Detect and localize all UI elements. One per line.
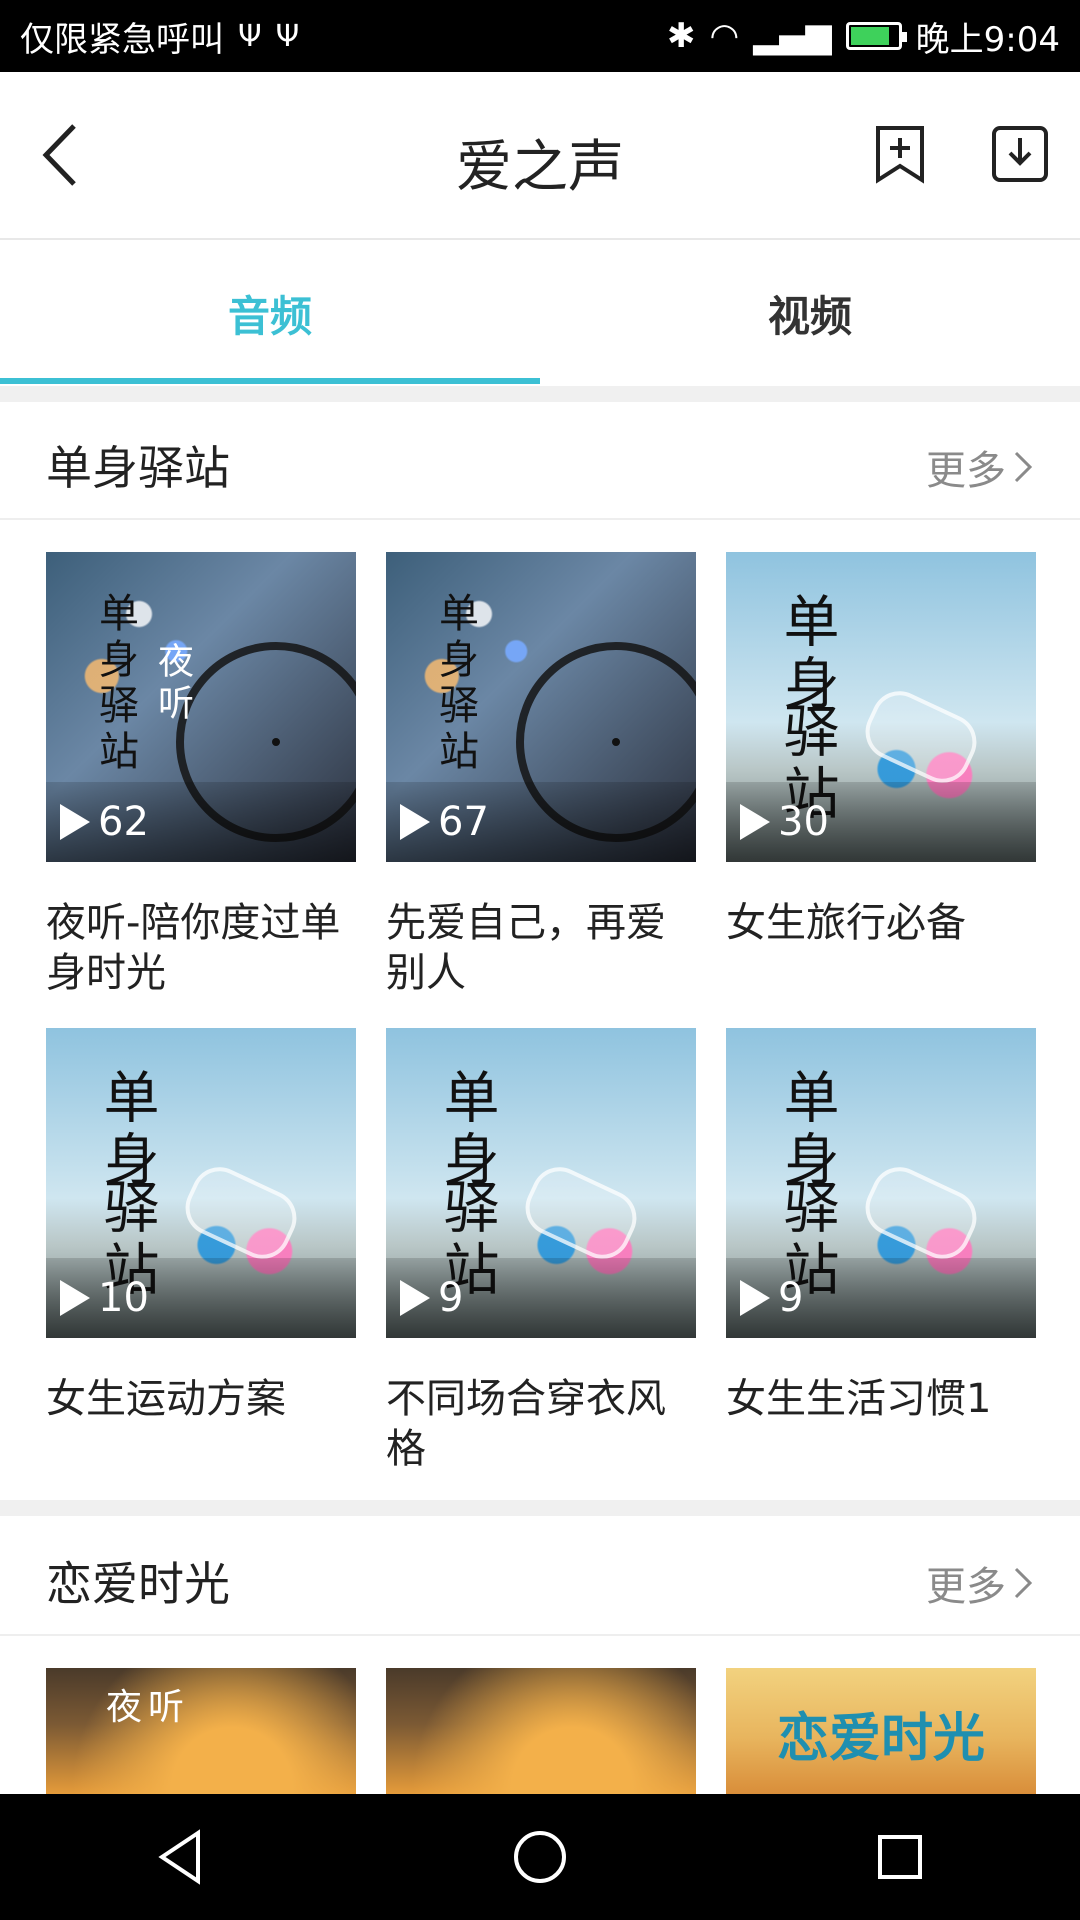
tab-video[interactable]: 视频	[540, 242, 1080, 386]
cover-image: 单身 驿站 10	[46, 1028, 356, 1338]
signal-icon: ▂▄▆	[753, 16, 832, 56]
more-link[interactable]: 更多	[926, 438, 1034, 496]
nav-back-button[interactable]	[120, 1797, 240, 1917]
play-count: 67	[386, 782, 696, 862]
cover-image: 单身 驿站 30	[726, 552, 1036, 862]
triangle-back-icon	[158, 1829, 200, 1885]
play-count: 30	[726, 782, 1036, 862]
chevron-right-icon	[1014, 451, 1033, 483]
bluetooth-icon: ✱	[667, 16, 696, 56]
download-button[interactable]	[988, 122, 1052, 186]
cover-image	[386, 1668, 696, 1794]
play-count: 9	[726, 1258, 1036, 1338]
section-header-single: 单身驿站 更多	[0, 402, 1080, 520]
square-recents-icon	[878, 1835, 922, 1879]
tab-bar: 音频 视频	[0, 242, 1080, 386]
cover-image: 夜听	[46, 1668, 356, 1794]
chevron-right-icon	[1014, 1567, 1033, 1599]
play-count: 10	[46, 1258, 356, 1338]
audio-card[interactable]: 单身驿站 夜听 62 夜听-陪你度过单身时光	[46, 552, 356, 998]
wifi-icon: ◠	[709, 16, 740, 56]
audio-card[interactable]: 恋爱时光	[726, 1668, 1036, 1794]
clock: 晚上9:04	[915, 19, 1060, 60]
status-bar: 仅限紧急呼叫 Ψ Ψ ✱ ◠ ▂▄▆ 晚上9:04	[0, 0, 1080, 72]
app-header: 爱之声	[0, 72, 1080, 240]
cover-title: 恋爱时光	[776, 1709, 985, 1769]
card-title: 先爱自己，再爱别人	[386, 900, 666, 996]
section-title: 单身驿站	[46, 441, 230, 495]
more-label: 更多	[926, 1564, 1006, 1610]
play-icon	[740, 1280, 770, 1316]
nav-home-button[interactable]	[480, 1797, 600, 1917]
card-title: 不同场合穿衣风格	[386, 1376, 666, 1472]
audio-card[interactable]: 夜听	[46, 1668, 356, 1794]
download-icon	[992, 126, 1048, 182]
emergency-call-text: 仅限紧急呼叫	[20, 19, 224, 60]
card-title: 女生运动方案	[46, 1376, 286, 1422]
play-icon	[60, 1280, 90, 1316]
cover-image: 单身 驿站 9	[726, 1028, 1036, 1338]
card-title: 女生生活习惯1	[726, 1376, 992, 1422]
audio-card[interactable]: 单身 驿站 10 女生运动方案	[46, 1028, 356, 1424]
play-icon	[400, 804, 430, 840]
play-icon	[400, 1280, 430, 1316]
audio-card[interactable]	[386, 1668, 696, 1794]
card-title: 夜听-陪你度过单身时光	[46, 900, 341, 996]
audio-card[interactable]: 单身 驿站 9 不同场合穿衣风格	[386, 1028, 696, 1474]
add-bookmark-button[interactable]	[868, 122, 932, 186]
cover-image: 单身驿站 夜听 62	[46, 552, 356, 862]
play-icon	[740, 804, 770, 840]
card-title: 女生旅行必备	[726, 900, 966, 946]
circle-home-icon	[514, 1831, 566, 1883]
divider	[0, 386, 1080, 402]
bookmark-add-icon	[876, 126, 924, 184]
play-count: 62	[46, 782, 356, 862]
usb-icon-2: Ψ	[275, 18, 300, 54]
audio-card[interactable]: 单身 驿站 30 女生旅行必备	[726, 552, 1036, 948]
audio-card[interactable]: 单身驿站 67 先爱自己，再爱别人	[386, 552, 696, 998]
system-nav-bar	[0, 1794, 1080, 1920]
usb-icon: Ψ	[238, 18, 262, 54]
cover-image: 单身 驿站 9	[386, 1028, 696, 1338]
nav-recents-button[interactable]	[840, 1797, 960, 1917]
battery-icon	[845, 22, 907, 50]
play-count: 9	[386, 1258, 696, 1338]
play-icon	[60, 804, 90, 840]
cover-image: 单身驿站 67	[386, 552, 696, 862]
section-title: 恋爱时光	[46, 1557, 230, 1611]
tab-indicator	[0, 378, 540, 384]
more-link[interactable]: 更多	[926, 1554, 1034, 1612]
section-header-love: 恋爱时光 更多	[0, 1518, 1080, 1636]
tab-audio[interactable]: 音频	[0, 242, 540, 386]
more-label: 更多	[926, 448, 1006, 494]
cover-image: 恋爱时光	[726, 1668, 1036, 1794]
divider	[0, 1500, 1080, 1516]
audio-card[interactable]: 单身 驿站 9 女生生活习惯1	[726, 1028, 1036, 1424]
